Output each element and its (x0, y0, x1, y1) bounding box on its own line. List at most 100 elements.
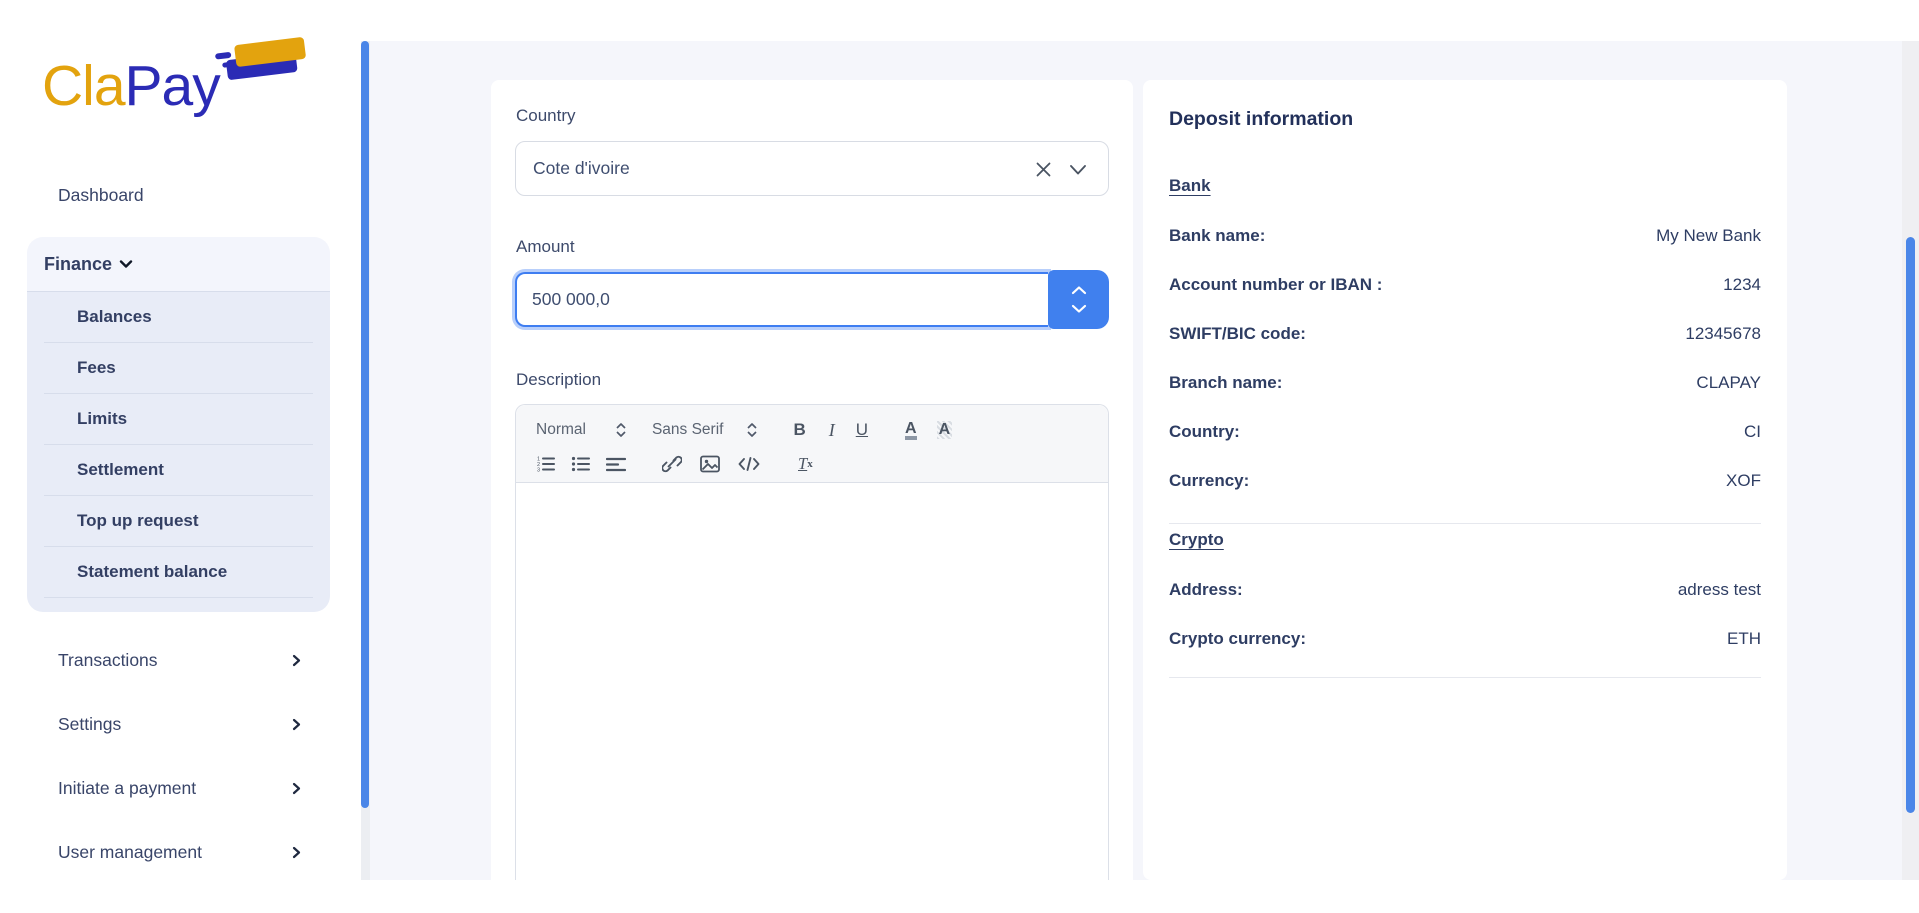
row-value: 12345678 (1685, 324, 1761, 344)
paragraph-style-select[interactable]: Normal (536, 421, 586, 439)
logo-part-cla: Cla (42, 54, 125, 118)
svg-text:3: 3 (537, 468, 540, 474)
row-value: ETH (1727, 629, 1761, 649)
country-select-value: Cote d'ivoire (533, 158, 630, 179)
finance-label: Finance (44, 254, 112, 275)
submenu-label: Settlement (77, 460, 164, 480)
bank-name-row: Bank name: My New Bank (1169, 225, 1761, 247)
bullet-list-button[interactable] (571, 455, 590, 473)
chevron-down-icon[interactable] (1071, 304, 1087, 313)
deposit-form-card: Country Cote d'ivoire Amount Description… (491, 80, 1133, 880)
clear-icon[interactable] (1035, 161, 1052, 178)
sidebar-item-initiate-a-payment[interactable]: Initiate a payment (58, 773, 303, 803)
clear-format-button[interactable]: Tx (798, 454, 813, 474)
chevron-right-icon (290, 654, 303, 667)
chevron-right-icon (290, 846, 303, 859)
bold-button[interactable]: B (793, 420, 805, 440)
clear-format-t: T (798, 454, 807, 474)
currency-row: Currency: XOF (1169, 470, 1761, 492)
account-number-row: Account number or IBAN : 1234 (1169, 274, 1761, 296)
crypto-address-row: Address: adress test (1169, 579, 1761, 601)
amount-input[interactable] (515, 272, 1048, 327)
underline-button[interactable]: U (856, 420, 868, 440)
submenu-label: Balances (77, 307, 152, 327)
updown-caret-icon[interactable] (616, 422, 626, 438)
description-textarea[interactable] (516, 483, 1108, 880)
row-value: My New Bank (1656, 226, 1761, 246)
sidebar-item-statement-balance[interactable]: Statement balance (44, 547, 313, 598)
chevron-up-icon[interactable] (1071, 286, 1087, 295)
amount-field-group (515, 272, 1109, 327)
sidebar-item-balances[interactable]: Balances (44, 292, 313, 343)
amount-label: Amount (516, 237, 575, 257)
sidebar-item-fees[interactable]: Fees (44, 343, 313, 394)
row-value: CI (1744, 422, 1761, 442)
row-value: CLAPAY (1696, 373, 1761, 393)
image-icon[interactable] (700, 455, 720, 473)
row-label: Currency: (1169, 471, 1249, 491)
link-icon[interactable] (662, 455, 682, 473)
chevron-down-icon (118, 256, 134, 272)
sidebar-item-user-management[interactable]: User management (58, 837, 303, 867)
country-row: Country: CI (1169, 421, 1761, 443)
crypto-currency-row: Crypto currency: ETH (1169, 628, 1761, 650)
divider (1169, 523, 1761, 524)
sidebar-item-label: User management (58, 842, 202, 863)
clapay-logo[interactable]: ClaPay (42, 52, 312, 132)
submenu-label: Top up request (77, 511, 199, 531)
chevron-right-icon (290, 782, 303, 795)
description-label: Description (516, 370, 601, 390)
clear-format-x: x (807, 458, 813, 470)
description-editor: Normal Sans Serif B I U A A 123 (515, 404, 1109, 880)
submenu-label: Limits (77, 409, 127, 429)
sidebar-item-transactions[interactable]: Transactions (58, 645, 303, 675)
sidebar-item-settlement[interactable]: Settlement (44, 445, 313, 496)
branch-name-row: Branch name: CLAPAY (1169, 372, 1761, 394)
row-label: Account number or IBAN : (1169, 275, 1382, 295)
sidebar-item-label: Transactions (58, 650, 158, 671)
chevron-right-icon (290, 718, 303, 731)
sidebar-item-top-up-request[interactable]: Top up request (44, 496, 313, 547)
text-color-button[interactable]: A (905, 421, 917, 440)
ordered-list-button[interactable]: 123 (536, 455, 555, 473)
align-button[interactable] (606, 455, 626, 473)
italic-button[interactable]: I (829, 420, 835, 441)
sidebar-item-label: Dashboard (58, 185, 144, 206)
row-label: SWIFT/BIC code: (1169, 324, 1306, 344)
sidebar-finance-group: Finance Balances Fees Limits Settlement … (27, 237, 330, 612)
sidebar: ClaPay Dashboard Finance Balances Fees L… (0, 0, 355, 913)
sidebar-item-finance[interactable]: Finance (27, 237, 330, 291)
sidebar-item-label: Initiate a payment (58, 778, 196, 799)
logo-part-pay: Pay (125, 54, 220, 118)
editor-toolbar: Normal Sans Serif B I U A A 123 (516, 405, 1108, 483)
card-icon (214, 34, 310, 86)
sidebar-item-label: Settings (58, 714, 121, 735)
sidebar-item-settings[interactable]: Settings (58, 709, 303, 739)
background-color-button[interactable]: A (937, 421, 953, 439)
code-button[interactable] (738, 455, 760, 473)
inner-scrollbar-thumb[interactable] (361, 41, 369, 808)
swift-bic-row: SWIFT/BIC code: 12345678 (1169, 323, 1761, 345)
sidebar-item-limits[interactable]: Limits (44, 394, 313, 445)
page-scrollbar-thumb[interactable] (1906, 237, 1915, 813)
row-label: Crypto currency: (1169, 629, 1306, 649)
chevron-down-icon[interactable] (1069, 164, 1087, 176)
updown-caret-icon[interactable] (747, 422, 757, 438)
font-family-select[interactable]: Sans Serif (652, 421, 724, 439)
deposit-information-card: Deposit information Bank Bank name: My N… (1143, 80, 1787, 880)
divider (1169, 677, 1761, 678)
amount-stepper[interactable] (1048, 270, 1109, 329)
clapay-logo-text: ClaPay (42, 58, 220, 115)
row-label: Country: (1169, 422, 1240, 442)
row-label: Address: (1169, 580, 1243, 600)
country-select[interactable]: Cote d'ivoire (515, 141, 1109, 196)
deposit-info-title: Deposit information (1169, 108, 1353, 131)
row-value: XOF (1726, 471, 1761, 491)
country-label: Country (516, 106, 576, 126)
sidebar-item-dashboard[interactable]: Dashboard (58, 180, 303, 210)
finance-submenu: Balances Fees Limits Settlement Top up r… (27, 291, 330, 612)
bank-section-heading: Bank (1169, 176, 1211, 196)
submenu-label: Fees (77, 358, 116, 378)
row-label: Branch name: (1169, 373, 1282, 393)
row-value: adress test (1678, 580, 1761, 600)
